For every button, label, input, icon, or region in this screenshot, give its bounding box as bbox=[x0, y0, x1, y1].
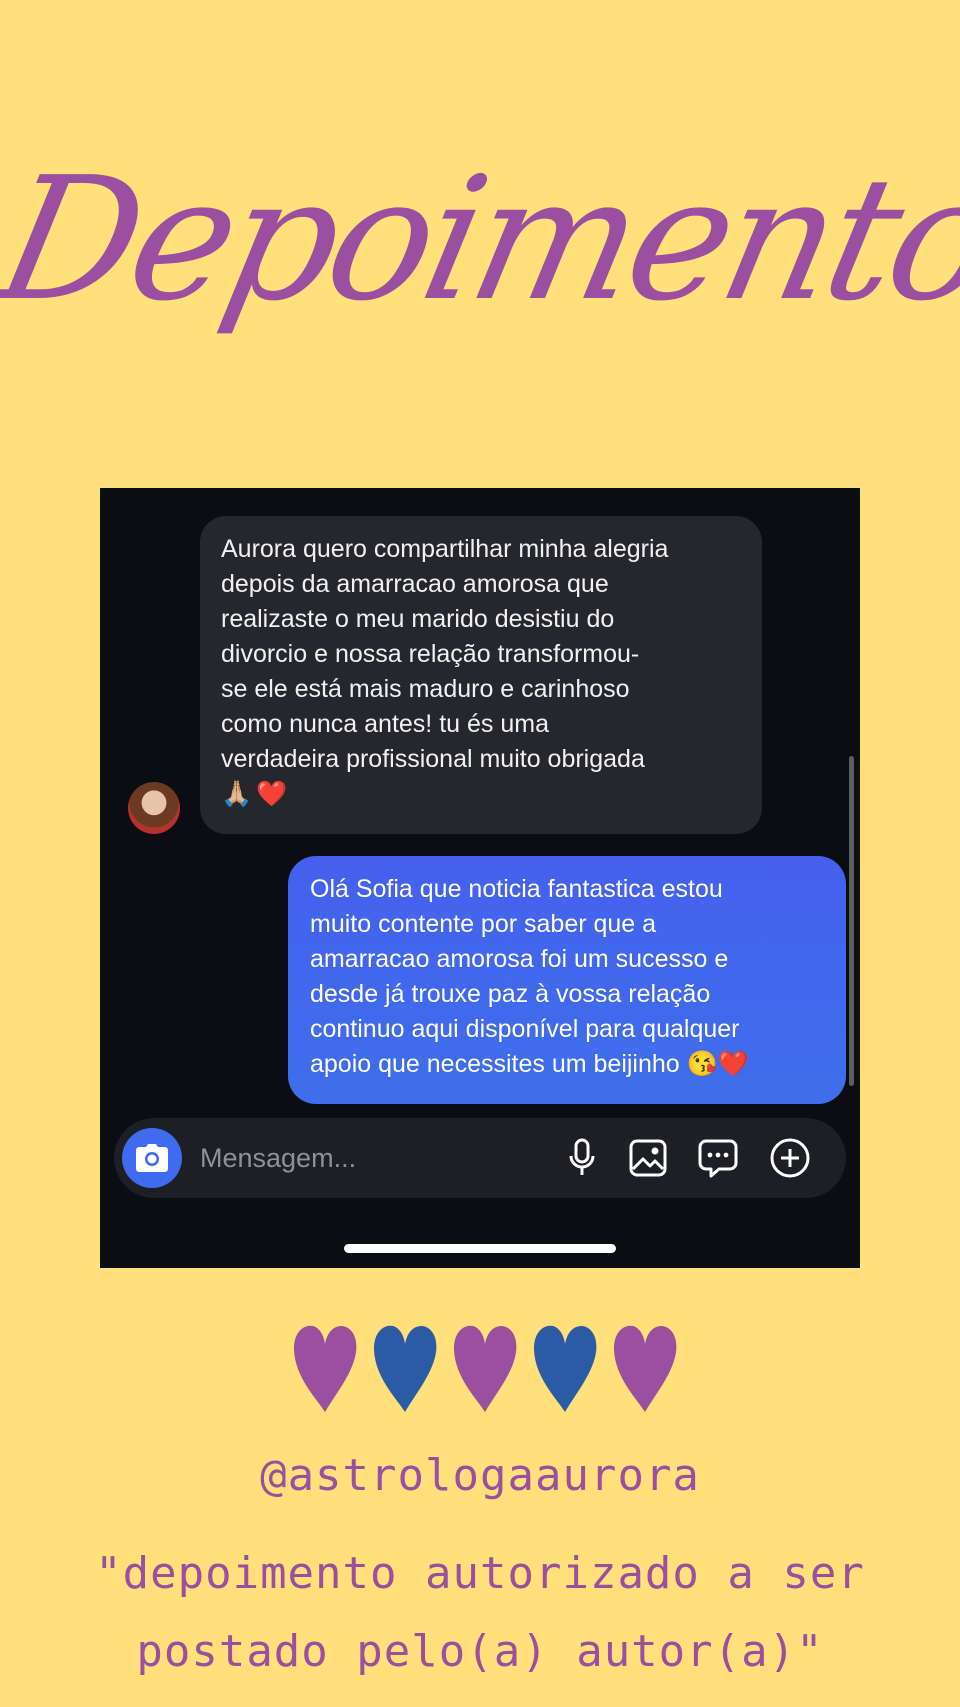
outgoing-message-bubble: Olá Sofia que noticia fantastica estou m… bbox=[288, 856, 846, 1104]
heart-icon bbox=[614, 1325, 677, 1412]
hearts-row bbox=[290, 1318, 680, 1418]
praying-hands-icon: 🙏🏼 bbox=[221, 780, 253, 808]
camera-icon bbox=[136, 1144, 168, 1172]
camera-button[interactable] bbox=[122, 1128, 182, 1188]
heart-icon bbox=[294, 1325, 357, 1412]
gallery-button[interactable] bbox=[626, 1136, 670, 1180]
image-icon bbox=[629, 1139, 667, 1177]
page-title: Depoimentos bbox=[0, 141, 960, 339]
heart-shape bbox=[614, 1325, 677, 1412]
heart-shape bbox=[454, 1325, 517, 1412]
message-composer[interactable]: Mensagem... bbox=[114, 1118, 846, 1198]
heart-icon bbox=[374, 1325, 437, 1412]
home-indicator bbox=[344, 1244, 616, 1253]
heart-icon bbox=[454, 1325, 517, 1412]
authorization-caption: "depoimento autorizado a ser postado pel… bbox=[60, 1535, 900, 1691]
incoming-emoji-row: 🙏🏼 ❤️ bbox=[221, 777, 744, 813]
incoming-message-bubble: Aurora quero compartilhar minha alegria … bbox=[200, 516, 762, 834]
incoming-message-text: Aurora quero compartilhar minha alegria … bbox=[221, 535, 669, 773]
heart-shape bbox=[294, 1325, 357, 1412]
chat-bubble-icon bbox=[698, 1139, 738, 1178]
sticker-button[interactable] bbox=[696, 1136, 740, 1180]
microphone-button[interactable] bbox=[560, 1136, 604, 1180]
microphone-icon bbox=[569, 1138, 595, 1175]
caption-line-2: postado pelo(a) autor(a)" bbox=[136, 1626, 824, 1677]
caption-line-1: "depoimento autorizado a ser bbox=[95, 1548, 865, 1599]
chat-screenshot: Aurora quero compartilhar minha alegria … bbox=[100, 488, 860, 1268]
outgoing-message-text: Olá Sofia que noticia fantastica estou m… bbox=[310, 875, 749, 1078]
more-button[interactable] bbox=[768, 1136, 812, 1180]
red-heart-icon: ❤️ bbox=[256, 780, 288, 808]
message-input[interactable]: Mensagem... bbox=[200, 1140, 356, 1176]
instagram-handle: @astrologaaurora bbox=[260, 1450, 700, 1501]
heart-shape bbox=[374, 1325, 437, 1412]
heart-icon bbox=[534, 1325, 597, 1412]
plus-circle-icon bbox=[770, 1138, 810, 1178]
heart-shape bbox=[534, 1325, 597, 1412]
avatar[interactable] bbox=[128, 782, 180, 834]
scrollbar[interactable] bbox=[849, 756, 854, 1086]
